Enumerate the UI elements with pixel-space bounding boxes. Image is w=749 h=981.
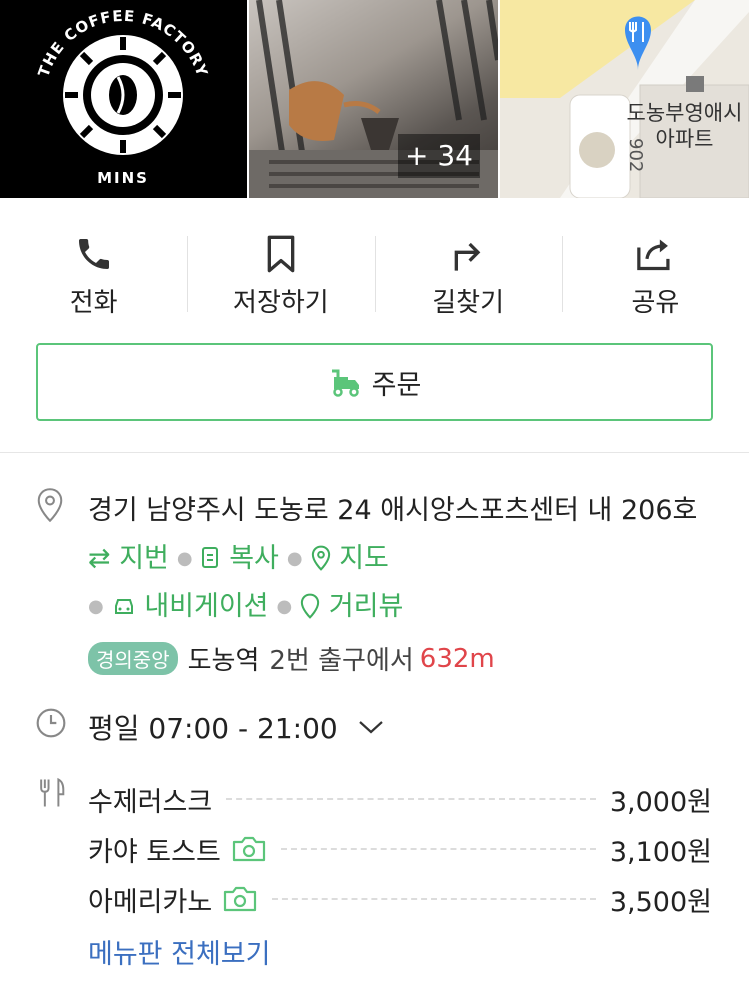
menu-item-name: 수제러스크 bbox=[88, 786, 213, 818]
map-label: 지도 bbox=[339, 543, 389, 574]
map-building-label-line1: 도농부영애시 bbox=[626, 101, 743, 125]
navigation-label: 내비게이션 bbox=[144, 591, 269, 622]
action-bar: 전화 저장하기 길찾기 공유 bbox=[0, 222, 749, 322]
bookmark-icon bbox=[267, 235, 295, 273]
subway-line-badge: 경의중앙 bbox=[88, 642, 178, 675]
lot-address-label: 지번 bbox=[119, 543, 169, 574]
station-name: 도농역 bbox=[187, 646, 260, 676]
menu-item-leader bbox=[280, 848, 596, 850]
hours-text: 평일 07:00 - 21:00 bbox=[88, 712, 338, 745]
subway-info: 경의중앙 도농역 2번 출구에서 632m bbox=[88, 640, 495, 677]
menu-item[interactable]: 카야 토스트 3,100원 bbox=[88, 824, 712, 874]
camera-icon[interactable] bbox=[231, 835, 267, 863]
station-distance: 632m bbox=[419, 643, 495, 674]
menu-item-leader bbox=[226, 798, 596, 800]
call-button[interactable]: 전화 bbox=[0, 222, 187, 322]
swap-icon: ⇄ bbox=[88, 543, 111, 574]
menu-item[interactable]: 아메리카노 3,500원 bbox=[88, 874, 712, 924]
save-button[interactable]: 저장하기 bbox=[187, 222, 374, 322]
coffee-factory-logo: THE COFFEE FACTORY MINS bbox=[35, 7, 211, 187]
separator-dot: ● bbox=[88, 596, 104, 617]
section-divider bbox=[0, 452, 749, 453]
more-photos-badge[interactable]: + 34 bbox=[398, 134, 480, 178]
directions-label: 길찾기 bbox=[432, 288, 504, 318]
separator-dot: ● bbox=[176, 548, 193, 569]
map-link[interactable]: 지도 bbox=[311, 543, 389, 574]
share-button[interactable]: 공유 bbox=[561, 222, 749, 322]
menu-list: 수제러스크 3,000원 카야 토스트 3,100원 아메리카노 3,500원 bbox=[88, 774, 712, 924]
address-block: 경기 남양주시 도농로 24 애시앙스포츠센터 내 206호 ⇄ 지번 ● 복사 ●… bbox=[88, 487, 728, 631]
share-label: 공유 bbox=[631, 288, 680, 318]
address-text: 경기 남양주시 도농로 24 애시앙스포츠센터 내 206호 bbox=[88, 495, 698, 526]
station-exit: 2번 출구에서 bbox=[269, 646, 414, 676]
separator-dot: ● bbox=[286, 548, 303, 569]
menu-item[interactable]: 수제러스크 3,000원 bbox=[88, 774, 712, 824]
menu-item-price: 3,100원 bbox=[609, 836, 712, 868]
separator-dot: ● bbox=[276, 596, 293, 617]
navigation-link[interactable]: 내비게이션 bbox=[112, 591, 269, 622]
order-label: 주문 bbox=[371, 369, 422, 401]
logo-bottom-text: MINS bbox=[97, 169, 149, 187]
location-pin-icon bbox=[37, 488, 63, 523]
menu-item-name: 아메리카노 bbox=[88, 886, 213, 918]
call-label: 전화 bbox=[69, 288, 118, 318]
save-label: 저장하기 bbox=[233, 288, 329, 318]
menu-item-name: 카야 토스트 bbox=[88, 836, 221, 868]
directions-arrow-icon bbox=[454, 242, 481, 271]
chevron-down-icon bbox=[358, 721, 383, 734]
map-road-number: 902 bbox=[625, 138, 646, 173]
menu-item-price: 3,500원 bbox=[609, 886, 712, 918]
menu-item-leader bbox=[272, 898, 596, 900]
delivery-icon bbox=[331, 369, 359, 397]
share-icon bbox=[637, 239, 670, 271]
street-view-pin-icon bbox=[301, 593, 320, 619]
copy-link[interactable]: 복사 bbox=[201, 543, 279, 574]
order-button[interactable]: 주문 bbox=[36, 343, 713, 421]
view-full-menu-link[interactable]: 메뉴판 전체보기 bbox=[88, 932, 270, 971]
copy-label: 복사 bbox=[229, 543, 279, 574]
directions-button[interactable]: 길찾기 bbox=[374, 222, 562, 322]
copy-icon bbox=[201, 547, 218, 568]
lot-address-link[interactable]: ⇄ 지번 bbox=[88, 543, 169, 574]
phone-icon bbox=[78, 239, 109, 269]
camera-icon[interactable] bbox=[222, 885, 258, 913]
car-icon bbox=[114, 599, 133, 614]
menu-item-price: 3,000원 bbox=[609, 786, 712, 818]
photo-strip: THE COFFEE FACTORY MINS + 34 도농부영애시 아파트 … bbox=[0, 0, 749, 198]
map-pin-icon bbox=[311, 545, 330, 571]
business-hours[interactable]: 평일 07:00 - 21:00 bbox=[88, 707, 384, 747]
clock-icon bbox=[36, 708, 66, 738]
street-view-link[interactable]: 거리뷰 bbox=[300, 591, 403, 622]
fork-knife-icon bbox=[40, 777, 65, 807]
logo-photo[interactable]: THE COFFEE FACTORY MINS bbox=[0, 0, 247, 198]
street-view-label: 거리뷰 bbox=[328, 591, 404, 622]
